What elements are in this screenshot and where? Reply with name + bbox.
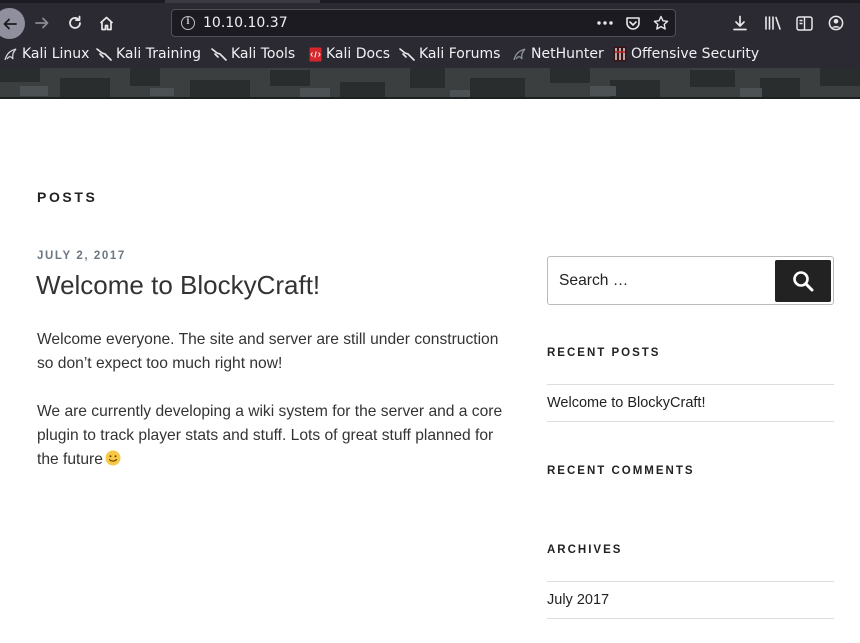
forward-button[interactable] — [27, 8, 57, 38]
header-image — [0, 68, 860, 99]
smiley-emoji-icon — [105, 450, 121, 466]
kali-dragon-icon — [399, 48, 415, 61]
recent-comments-title: RECENT COMMENTS — [547, 465, 695, 477]
search-input[interactable] — [559, 270, 759, 292]
nethunter-icon — [513, 48, 526, 61]
library-button[interactable] — [762, 12, 784, 34]
downloads-button[interactable] — [729, 12, 751, 34]
download-icon — [733, 15, 747, 31]
archives-list: July 2017 — [547, 581, 834, 619]
site-info-icon[interactable]: i — [181, 16, 195, 30]
bookmarks-toolbar: Kali Linux Kali Training Kali Tools Kali… — [0, 44, 860, 66]
bookmark-nethunter[interactable]: NetHunter — [513, 46, 604, 62]
search-button[interactable] — [775, 260, 831, 302]
post-paragraph: We are currently developing a wiki syste… — [37, 403, 503, 468]
home-button[interactable] — [91, 8, 121, 38]
kali-dragon-icon — [211, 48, 227, 61]
bookmark-kali-forums[interactable]: Kali Forums — [399, 46, 500, 62]
archive-link[interactable]: July 2017 — [547, 581, 834, 619]
search-form — [547, 256, 834, 305]
page-actions-icon[interactable] — [595, 14, 615, 32]
back-button[interactable] — [0, 8, 25, 39]
recent-post-link[interactable]: Welcome to BlockyCraft! — [547, 384, 834, 422]
bookmark-kali-tools[interactable]: Kali Tools — [211, 46, 295, 62]
tab-strip — [0, 0, 860, 3]
posts-heading: POSTS — [37, 189, 98, 205]
header-banner — [0, 68, 860, 99]
bookmark-kali-linux[interactable]: Kali Linux — [4, 46, 89, 62]
kali-dragon-icon — [4, 48, 17, 61]
forward-arrow-icon — [35, 17, 49, 29]
archives-title: ARCHIVES — [547, 544, 623, 556]
post-paragraph: Welcome everyone. The site and server ar… — [37, 331, 499, 372]
home-icon — [99, 16, 113, 30]
post-content: Welcome everyone. The site and server ar… — [37, 328, 507, 496]
post-date[interactable]: JULY 2, 2017 — [37, 250, 126, 262]
account-button[interactable] — [825, 12, 847, 34]
browser-chrome: i 10.10.10.37 Kali Linux Kali Training K… — [0, 0, 860, 68]
reload-icon — [69, 15, 81, 29]
active-tab[interactable] — [165, 0, 320, 3]
bookmark-kali-training[interactable]: Kali Training — [96, 46, 201, 62]
kali-docs-icon — [309, 47, 322, 61]
offsec-icon — [613, 46, 627, 62]
recent-posts-title: RECENT POSTS — [547, 347, 661, 359]
sidebar-icon — [795, 15, 813, 31]
search-icon — [793, 271, 814, 292]
back-arrow-icon — [3, 18, 17, 29]
bookmark-star-icon[interactable] — [651, 14, 671, 32]
account-icon — [828, 15, 844, 31]
bookmark-kali-docs[interactable]: Kali Docs — [309, 46, 390, 62]
recent-posts-list: Welcome to BlockyCraft! — [547, 384, 834, 422]
library-icon — [765, 16, 781, 30]
reader-view-button[interactable] — [793, 12, 815, 34]
address-bar[interactable]: i 10.10.10.37 — [171, 9, 676, 37]
reload-button[interactable] — [60, 8, 90, 38]
pocket-icon[interactable] — [623, 14, 643, 32]
url-text[interactable]: 10.10.10.37 — [203, 15, 288, 31]
kali-dragon-icon — [96, 48, 112, 61]
bookmark-offensive-security[interactable]: Offensive Security — [613, 46, 759, 62]
post-title[interactable]: Welcome to BlockyCraft! — [36, 270, 320, 301]
